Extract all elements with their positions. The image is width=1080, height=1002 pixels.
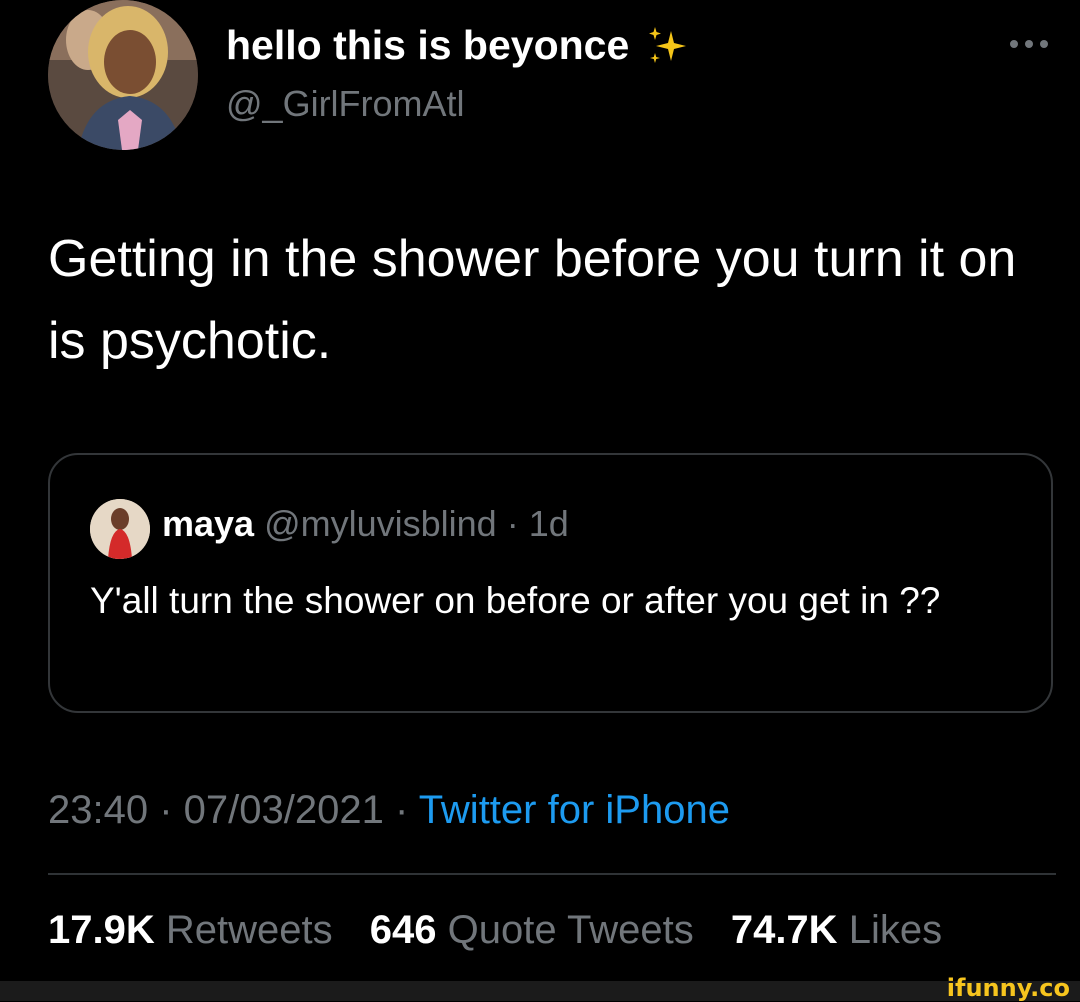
ifunny-watermark: ifunny.co (946, 974, 1070, 1002)
tweet-meta: 23:40 · 07/03/2021 · Twitter for iPhone (48, 788, 730, 833)
quoted-avatar-image (90, 499, 150, 559)
quoted-tweet-header: maya @myluvisblind · 1d (162, 503, 569, 545)
divider (48, 873, 1056, 875)
author-display-name[interactable]: hello this is beyonce (226, 22, 689, 69)
more-options-icon[interactable] (1006, 36, 1052, 52)
author-handle[interactable]: @_GirlFromAtl (226, 83, 465, 125)
quoted-separator: · (496, 503, 529, 544)
display-name-text: hello this is beyonce (226, 22, 630, 68)
tweet-text: Getting in the shower before you turn it… (48, 230, 1017, 370)
quote-tweets-stat[interactable]: 646 Quote Tweets (370, 908, 694, 952)
retweets-stat[interactable]: 17.9K Retweets (48, 908, 333, 952)
meta-separator: · (148, 788, 184, 832)
quoted-author-handle[interactable]: @myluvisblind (264, 503, 497, 544)
likes-stat[interactable]: 74.7K Likes (731, 908, 942, 952)
quoted-tweet-card[interactable]: maya @myluvisblind · 1d Y'all turn the s… (48, 453, 1053, 713)
tweet-time: 23:40 (48, 788, 149, 832)
watermark-bar (0, 981, 1080, 1001)
quoted-tweet-text: Y'all turn the shower on before or after… (90, 580, 941, 621)
quoted-author-name[interactable]: maya (162, 503, 254, 544)
quoted-author-avatar[interactable] (90, 499, 150, 559)
retweets-label: Retweets (165, 908, 333, 952)
quote-tweets-count: 646 (369, 908, 437, 952)
tweet-source-link[interactable]: Twitter for iPhone (419, 788, 730, 832)
sparkles-icon (643, 23, 689, 69)
author-avatar-image (48, 0, 198, 150)
likes-label: Likes (848, 908, 943, 952)
retweets-count: 17.9K (48, 908, 155, 952)
meta-separator: · (383, 788, 419, 832)
tweet-stats: 17.9K Retweets 646 Quote Tweets 74.7K Li… (48, 908, 968, 953)
quote-tweets-label: Quote Tweets (447, 908, 694, 952)
likes-count: 74.7K (730, 908, 838, 952)
tweet-date: 07/03/2021 (183, 788, 384, 832)
quoted-tweet-age: 1d (528, 503, 569, 544)
author-avatar[interactable] (48, 0, 198, 150)
